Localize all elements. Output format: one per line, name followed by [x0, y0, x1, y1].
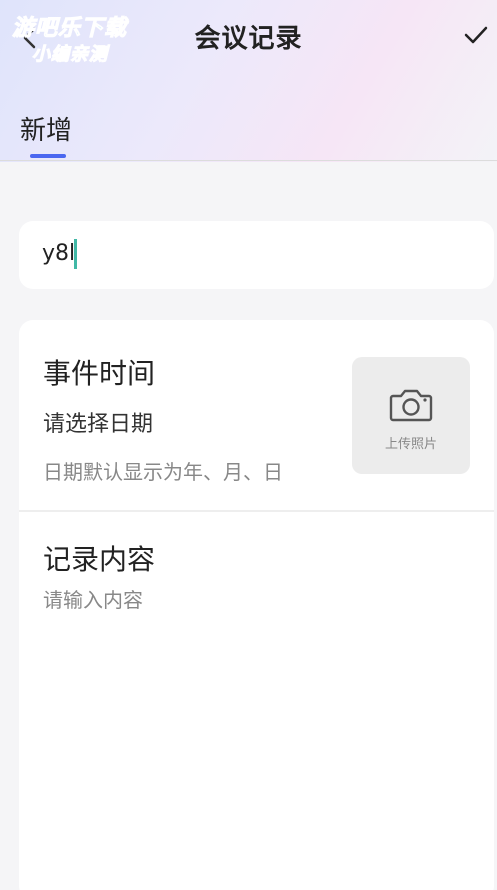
page-title: 会议记录 [194, 24, 303, 54]
tab-add[interactable]: 新增 [20, 110, 72, 147]
event-time-label: 事件时间 [43, 357, 156, 390]
camera-icon-graphic [389, 389, 433, 422]
title-card[interactable]: y8l [19, 221, 494, 289]
check-icon-graphic [464, 26, 488, 44]
upload-photo-button[interactable]: 上传照片 [352, 357, 470, 474]
tab-active-indicator [30, 154, 66, 158]
header-divider [0, 160, 497, 161]
check-icon[interactable] [463, 22, 489, 48]
camera-icon [389, 387, 433, 423]
meeting-record-screen: 游吧乐下载 小编亲测 会议记录 新增 y8l 事件时间 请选择日期 日期默认显示… [0, 0, 497, 890]
content-input[interactable]: 请输入内容 [43, 584, 143, 613]
card-divider [19, 510, 494, 512]
upload-photo-label: 上传照片 [384, 437, 437, 452]
date-hint: 日期默认显示为年、月、日 [43, 460, 283, 484]
record-content-label: 记录内容 [43, 543, 156, 576]
event-card: 事件时间 请选择日期 日期默认显示为年、月、日 上传照片 记录内容 请输入内容 [19, 320, 494, 890]
title-input[interactable]: y8l [42, 241, 75, 266]
text-caret [74, 239, 77, 269]
date-picker[interactable]: 请选择日期 [43, 406, 153, 438]
